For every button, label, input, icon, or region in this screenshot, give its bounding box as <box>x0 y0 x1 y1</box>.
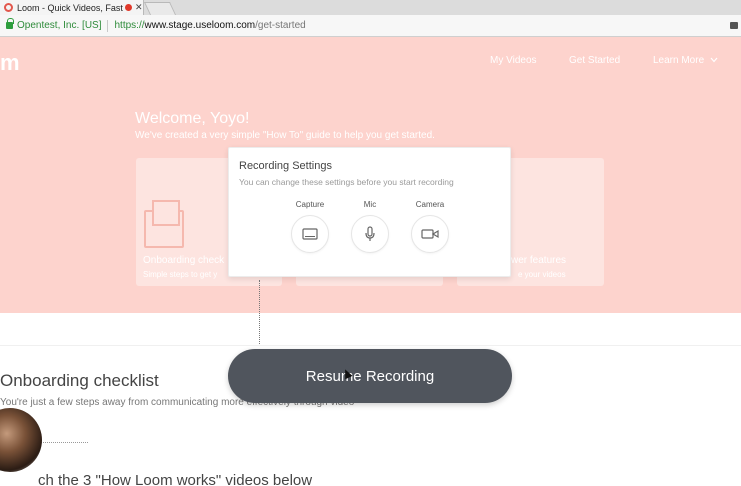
section-divider <box>0 345 741 346</box>
mic-button[interactable] <box>351 215 389 253</box>
settings-title: Recording Settings <box>239 160 332 172</box>
recording-indicator-icon <box>125 4 132 11</box>
certificate-org: Opentest, Inc. [US] <box>17 20 102 31</box>
cast-icon[interactable] <box>730 22 738 29</box>
chevron-down-icon <box>710 57 718 63</box>
dotted-connector <box>259 280 260 346</box>
nav-get-started[interactable]: Get Started <box>569 55 620 66</box>
card-onboarding-desc: Simple steps to get y <box>143 270 218 279</box>
mic-option[interactable]: Mic <box>345 200 395 253</box>
microphone-icon <box>365 226 375 241</box>
nav-my-videos[interactable]: My Videos <box>490 55 537 66</box>
welcome-subtitle: We've created a very simple "How To" gui… <box>135 130 435 141</box>
videos-instruction: ch the 3 "How Loom works" videos below <box>38 472 313 486</box>
resume-recording-button[interactable]: Resume Recording <box>228 349 512 403</box>
monitor-icon <box>302 228 318 240</box>
tab-title: Loom - Quick Videos, Faste <box>17 2 123 13</box>
capture-option[interactable]: Capture <box>285 200 335 253</box>
envelope-icon <box>144 200 184 248</box>
camera-button[interactable] <box>411 215 449 253</box>
browser-tab-loom[interactable]: Loom - Quick Videos, Faste ✕ <box>0 0 144 15</box>
camera-label: Camera <box>415 200 445 209</box>
new-tab-button[interactable] <box>143 2 177 15</box>
settings-subtitle: You can change these settings before you… <box>239 177 454 187</box>
checklist-heading: Onboarding checklist <box>0 371 159 390</box>
resume-recording-label: Resume Recording <box>305 367 435 385</box>
address-divider <box>107 19 109 32</box>
welcome-heading: Welcome, Yoyo! <box>135 110 250 127</box>
tab-close-icon[interactable]: ✕ <box>135 2 143 13</box>
address-bar[interactable]: Opentest, Inc. [US] https:// www.stage.u… <box>0 15 741 37</box>
card-onboarding-title: Onboarding check <box>143 255 225 266</box>
capture-label: Capture <box>295 200 325 209</box>
mic-label: Mic <box>363 200 377 209</box>
browser-tab-bar: Loom - Quick Videos, Faste ✕ <box>0 0 741 15</box>
camera-icon <box>421 229 439 239</box>
capture-button[interactable] <box>291 215 329 253</box>
nav-learn-more[interactable]: Learn More <box>653 55 718 66</box>
recording-settings-panel: Recording Settings You can change these … <box>228 147 511 277</box>
url-host: www.stage.useloom.com <box>144 20 256 31</box>
webcam-bubble[interactable] <box>0 408 42 472</box>
loom-logo[interactable]: m <box>0 50 20 76</box>
loom-favicon-icon <box>4 3 13 12</box>
card-features-title: wer features <box>511 255 567 266</box>
lock-icon <box>6 18 14 29</box>
camera-option[interactable]: Camera <box>405 200 455 253</box>
nav-learn-more-label: Learn More <box>653 55 705 66</box>
card-features-desc: e your videos <box>518 270 566 279</box>
url-path: /get-started <box>255 20 306 31</box>
url-scheme: https:// <box>114 20 145 31</box>
